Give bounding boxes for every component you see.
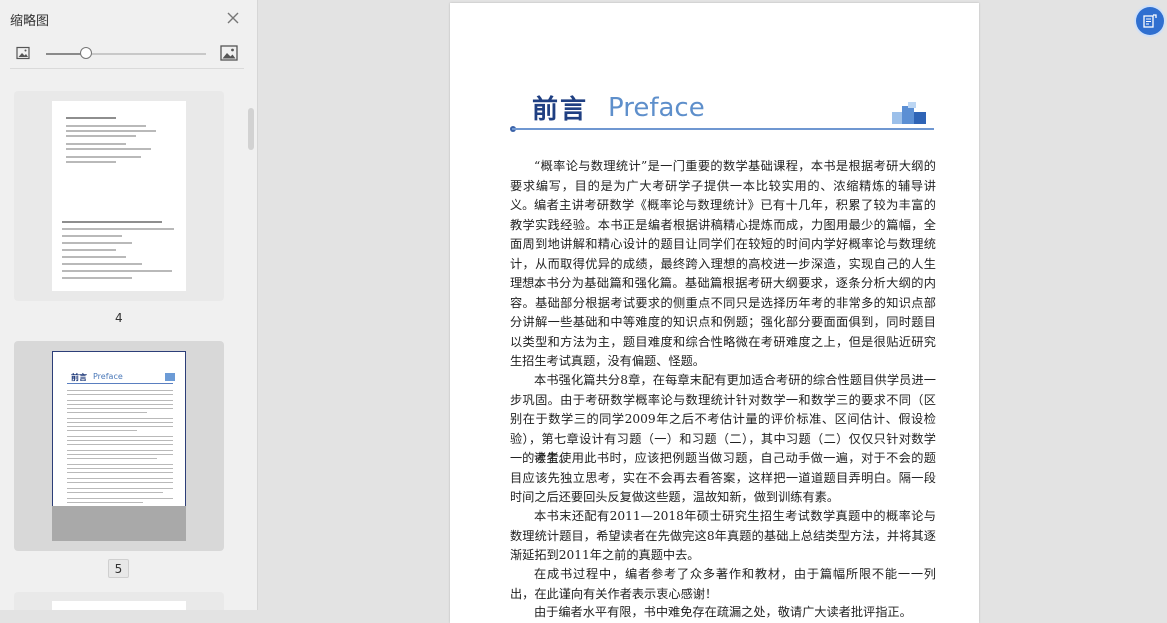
preview-logo [165,373,175,381]
thumbnail-zoom-control [0,40,257,68]
cubes-logo-icon [892,102,926,124]
page-title-en: Preface [608,93,705,123]
zoom-slider-track[interactable] [46,53,206,55]
document-page: 前言 Preface “概率论与数理统计”是一门重要的数学基础课程，本书是根据考… [450,3,979,623]
image-small-icon[interactable] [16,46,30,60]
page-preview [52,101,186,291]
preview-heading: 前言 [71,373,87,382]
thumbnail-page-6[interactable] [14,592,224,610]
paragraph: 由于编者水平有限，书中难免存在疏漏之处，敬请广大读者批评指正。 [534,605,912,619]
close-icon[interactable] [225,10,241,26]
panel-scrollbar[interactable] [248,108,254,150]
page-number-label: 4 [115,311,123,325]
page-preview [52,601,186,610]
paragraph: 本书分为基础篇和强化篇。基础篇根据考研大纲要求，逐条分析大纲的内容。基础部分根据… [510,276,936,368]
title-rule [512,128,934,130]
paragraph: 在成书过程中，编者参考了众多著作和教材，由于篇幅所限不能一一列出，在此谨向有关作… [510,567,936,601]
preview-heading-en: Preface [93,372,123,381]
paragraph: 本书末还配有2011—2018年硕士研究生招生考试数学真题中的概率论与数理统计题… [510,509,936,562]
thumbnail-panel: 缩略图 4 前言 Preface 5 [0,0,258,610]
panel-divider [10,68,244,69]
page-number-label-selected: 5 [108,559,129,578]
page-preview-overflow [52,506,186,541]
ocr-scan-button[interactable] [1136,7,1164,35]
zoom-slider-thumb[interactable] [80,47,92,59]
image-large-icon[interactable] [220,45,238,61]
page-title: 前言 [532,95,589,125]
paragraph: 读者使用此书时，应该把例题当做习题，自己动手做一遍，对于不会的题目应该先独立思考… [510,451,936,504]
preview-rule [67,383,173,384]
thumbnail-page-5[interactable]: 前言 Preface [14,341,224,551]
thumbnail-page-4[interactable] [14,91,224,301]
ocr-scan-icon [1143,14,1157,28]
panel-title: 缩略图 [10,14,50,29]
